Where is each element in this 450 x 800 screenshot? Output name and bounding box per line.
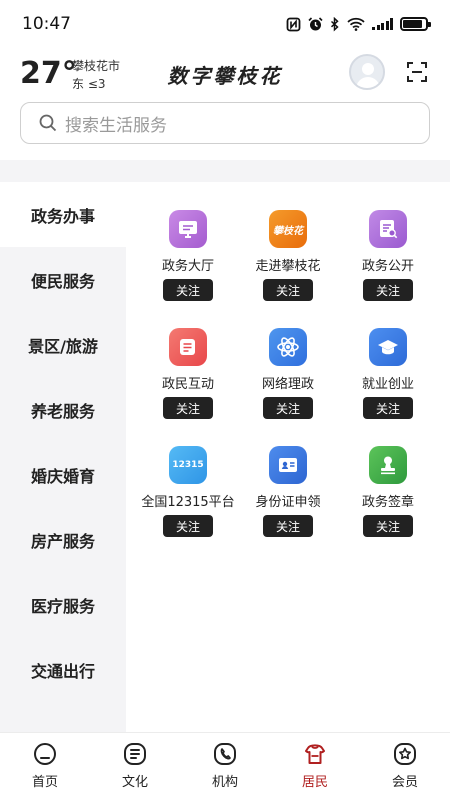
member-star-icon bbox=[394, 743, 416, 765]
follow-button[interactable]: 关注 bbox=[363, 397, 413, 419]
alarm-icon bbox=[308, 16, 323, 30]
sidebar-item-label: 养老服务 bbox=[30, 401, 95, 421]
follow-button[interactable]: 关注 bbox=[263, 397, 313, 419]
service-item[interactable]: 攀枝花 走进攀枝花 关注 bbox=[238, 210, 338, 308]
nav-item-residents[interactable]: 居民 bbox=[270, 733, 360, 800]
sidebar-item-medical[interactable]: 医疗服务 bbox=[0, 572, 126, 637]
bottom-nav: 首页 文化 机构 居民 会员 bbox=[0, 732, 450, 800]
service-name: 走进攀枝花 bbox=[255, 259, 321, 274]
document-search-icon bbox=[369, 210, 407, 248]
search-input[interactable]: 搜索生活服务 bbox=[65, 111, 167, 136]
sidebar-item-label: 婚庆婚育 bbox=[30, 466, 95, 486]
atom-icon bbox=[269, 328, 307, 366]
service-item[interactable]: 政民互动 关注 bbox=[138, 328, 238, 426]
sidebar-item-label: 便民服务 bbox=[30, 271, 95, 291]
nav-item-institutions[interactable]: 机构 bbox=[180, 733, 270, 800]
service-item[interactable]: 身份证申领 关注 bbox=[238, 446, 338, 544]
service-name: 政民互动 bbox=[161, 377, 214, 392]
bluetooth-icon bbox=[330, 16, 339, 32]
service-item[interactable]: 网络理政 关注 bbox=[238, 328, 338, 426]
service-name: 政务签章 bbox=[361, 495, 414, 510]
nav-label: 居民 bbox=[301, 775, 328, 790]
service-name: 身份证申领 bbox=[255, 495, 321, 510]
signal-icon bbox=[372, 18, 393, 30]
message-icon bbox=[169, 328, 207, 366]
sidebar-item-convenience-services[interactable]: 便民服务 bbox=[0, 247, 126, 312]
battery-icon bbox=[400, 17, 431, 31]
avatar[interactable] bbox=[349, 54, 385, 90]
status-bar: 10:47 bbox=[0, 0, 450, 48]
nav-label: 会员 bbox=[391, 775, 418, 790]
sidebar-item-housing[interactable]: 房产服务 bbox=[0, 507, 126, 572]
sidebar-item-label: 医疗服务 bbox=[30, 596, 95, 616]
search-bar[interactable]: 搜索生活服务 bbox=[20, 102, 430, 144]
service-item[interactable]: 政务公开 关注 bbox=[338, 210, 438, 308]
status-time: 10:47 bbox=[22, 14, 71, 34]
sidebar-item-label: 房产服务 bbox=[30, 531, 95, 551]
sidebar-item-label: 政务办事 bbox=[30, 206, 95, 226]
stamp-icon bbox=[369, 446, 407, 484]
nfc-icon bbox=[286, 17, 301, 31]
nav-label: 首页 bbox=[31, 775, 58, 790]
phone-icon bbox=[214, 743, 236, 765]
nav-item-home[interactable]: 首页 bbox=[0, 733, 90, 800]
service-item[interactable]: 政务大厅 关注 bbox=[138, 210, 238, 308]
service-icon-text: 攀枝花 bbox=[273, 225, 303, 237]
service-name: 政务公开 bbox=[361, 259, 414, 274]
graduation-cap-icon bbox=[369, 328, 407, 366]
services-grid: 政务大厅 关注 攀枝花 走进攀枝花 关注 政务公开 关注 政民互动 关注 网络理… bbox=[138, 210, 438, 544]
sidebar-item-government-affairs[interactable]: 政务办事 bbox=[0, 182, 126, 247]
sidebar-item-elderly-care[interactable]: 养老服务 bbox=[0, 377, 126, 442]
follow-button[interactable]: 关注 bbox=[163, 515, 213, 537]
service-name: 就业创业 bbox=[361, 377, 414, 392]
service-icon-text: 12315 bbox=[172, 460, 204, 470]
sidebar-item-transportation[interactable]: 交通出行 bbox=[0, 637, 126, 702]
services-panel: 政务大厅 关注 攀枝花 走进攀枝花 关注 政务公开 关注 政民互动 关注 网络理… bbox=[126, 182, 450, 732]
follow-button[interactable]: 关注 bbox=[163, 397, 213, 419]
home-icon bbox=[34, 743, 56, 765]
scan-icon[interactable] bbox=[405, 60, 429, 84]
id-card-icon bbox=[269, 446, 307, 484]
service-item[interactable]: 政务签章 关注 bbox=[338, 446, 438, 544]
sidebar-item-marriage-birth[interactable]: 婚庆婚育 bbox=[0, 442, 126, 507]
hall-icon bbox=[169, 210, 207, 248]
panzhihua-logo-icon: 攀枝花 bbox=[269, 210, 307, 248]
service-name: 全国12315平台 bbox=[141, 495, 235, 510]
sidebar-item-label: 景区/旅游 bbox=[28, 336, 98, 356]
culture-icon bbox=[124, 743, 146, 765]
follow-button[interactable]: 关注 bbox=[163, 279, 213, 301]
section-divider bbox=[0, 160, 450, 182]
resident-icon bbox=[305, 744, 325, 764]
avatar-head-shape bbox=[362, 63, 374, 75]
nav-item-culture[interactable]: 文化 bbox=[90, 733, 180, 800]
nav-label: 机构 bbox=[211, 775, 238, 790]
follow-button[interactable]: 关注 bbox=[263, 279, 313, 301]
sidebar-item-label: 交通出行 bbox=[30, 661, 95, 681]
follow-button[interactable]: 关注 bbox=[263, 515, 313, 537]
follow-button[interactable]: 关注 bbox=[363, 279, 413, 301]
service-item[interactable]: 12315 全国12315平台 关注 bbox=[138, 446, 238, 544]
wifi-icon bbox=[347, 17, 365, 31]
category-sidebar: 政务办事 便民服务 景区/旅游 养老服务 婚庆婚育 房产服务 医疗服务 交通出行 bbox=[0, 182, 126, 732]
service-name: 网络理政 bbox=[261, 377, 314, 392]
service-name: 政务大厅 bbox=[161, 259, 214, 274]
sidebar-item-scenic-tourism[interactable]: 景区/旅游 bbox=[0, 312, 126, 377]
service-item[interactable]: 就业创业 关注 bbox=[338, 328, 438, 426]
search-icon bbox=[39, 114, 57, 132]
header: 27° 攀枝花市 东 ≤3 数字攀枝花 bbox=[0, 48, 450, 98]
status-icons bbox=[286, 16, 431, 32]
follow-button[interactable]: 关注 bbox=[363, 515, 413, 537]
12315-icon: 12315 bbox=[169, 446, 207, 484]
nav-label: 文化 bbox=[121, 775, 148, 790]
nav-item-member[interactable]: 会员 bbox=[360, 733, 450, 800]
